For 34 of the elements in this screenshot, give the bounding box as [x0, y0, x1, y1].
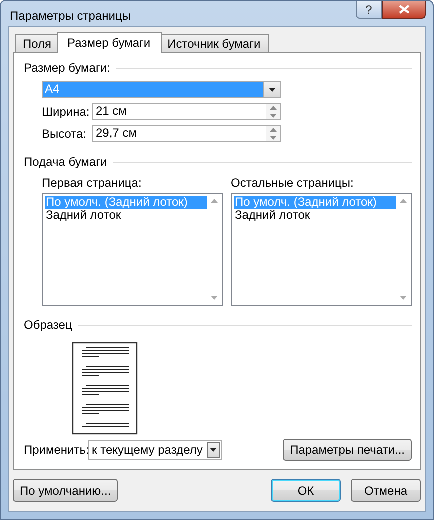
group-heading: Подача бумаги [24, 155, 108, 169]
field-label: Ширина: [42, 104, 91, 118]
list-item[interactable]: Задний лоток [234, 209, 396, 222]
close-icon [398, 5, 410, 14]
scroll-up-icon [400, 199, 406, 203]
field-label: Применить: [24, 443, 88, 457]
help-button[interactable]: ? [356, 1, 382, 19]
field-label: Высота: [42, 126, 88, 140]
tab[interactable]: Источник бумаги [160, 34, 269, 52]
dialog-button[interactable]: ОК [271, 479, 341, 502]
spin-field[interactable]: 29,7 см [92, 125, 281, 142]
scroll-down-icon [210, 296, 218, 300]
tab[interactable]: Размер бумаги [56, 32, 162, 53]
group-heading: Размер бумаги: [24, 61, 110, 75]
tray-list[interactable]: По умолч. (Задний лоток) Задний лоток [42, 193, 223, 306]
dialog-button[interactable]: Отмена [351, 479, 421, 502]
scroll-up-icon [210, 199, 218, 203]
tray-list[interactable]: По умолч. (Задний лоток) Задний лоток [231, 193, 412, 306]
group-heading: Образец [24, 318, 72, 332]
spin-field[interactable]: 21 см [92, 103, 281, 120]
spin-arrows-icon [270, 106, 276, 118]
list-label: Остальные страницы: [231, 176, 355, 190]
close-button[interactable] [382, 1, 426, 19]
window-title: Параметры страницы [10, 9, 132, 23]
dropdown-arrow-icon [210, 448, 217, 452]
print-options-button[interactable]: Параметры печати... [283, 439, 412, 461]
dialog-button[interactable]: По умолчанию... [13, 479, 118, 502]
dropdown-arrow-icon [268, 88, 276, 92]
spin-arrows-icon [270, 128, 276, 140]
list-label: Первая страница: [42, 176, 143, 190]
list-item[interactable]: Задний лоток [45, 209, 207, 222]
tab[interactable]: Поля [15, 34, 60, 52]
scroll-down-icon [400, 296, 406, 300]
apply-dropdown[interactable]: к текущему разделу [88, 440, 222, 460]
